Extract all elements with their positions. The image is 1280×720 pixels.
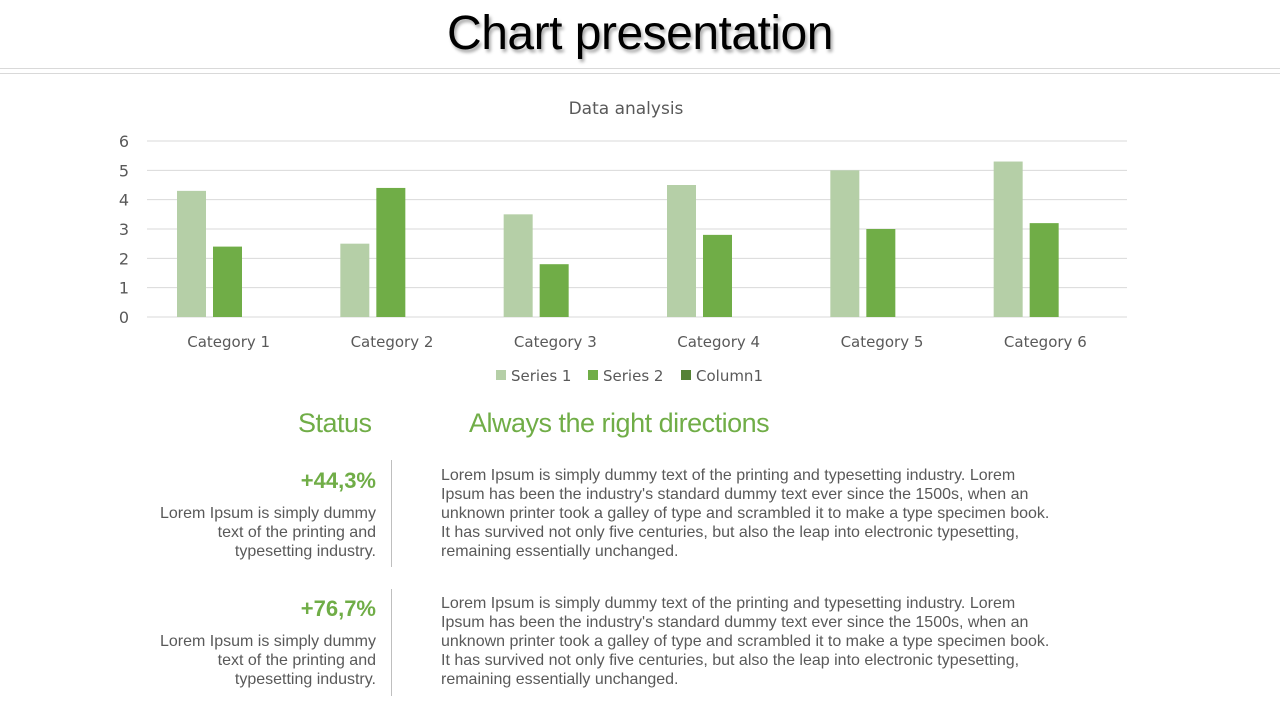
directions-heading: Always the right directions: [469, 408, 770, 438]
legend-swatch: [496, 370, 506, 380]
stat-divider: [391, 589, 392, 696]
stat-value: +44,3%: [300, 468, 376, 493]
bar-series-2: [376, 187, 406, 317]
y-axis-ticks: 0 1 2 3 4 5 6: [119, 132, 129, 327]
legend-swatch: [588, 370, 598, 380]
bar-series-1: [830, 170, 860, 317]
y-tick-label: 6: [119, 132, 129, 151]
bar-series-1: [993, 161, 1023, 317]
stat-paragraph: Lorem Ipsum is simply dummy text of the …: [441, 467, 1050, 560]
status-heading: Status: [298, 408, 372, 438]
y-tick-label: 5: [119, 161, 129, 180]
bar-series-2: [1029, 223, 1059, 317]
y-tick-label: 3: [119, 220, 129, 239]
bar-series-2: [866, 229, 896, 317]
y-tick-label: 0: [119, 308, 129, 327]
y-tick-label: 4: [119, 191, 129, 210]
bar-series-2: [703, 234, 732, 317]
x-category-label: Category 6: [1004, 333, 1087, 351]
bar-series-2: [213, 246, 242, 317]
y-tick-label: 1: [119, 279, 129, 298]
bar-series-1: [503, 214, 533, 317]
chart-title: Data analysis: [569, 99, 684, 119]
y-tick-label: 2: [119, 249, 129, 268]
bar-chart: Data analysis 0123456 Category 1 Category…: [119, 99, 1127, 385]
legend-label: Series 1: [511, 367, 571, 385]
legend-label: Column1: [696, 367, 763, 385]
stat-description: Lorem Ipsum is simply dummy text of the …: [159, 633, 376, 688]
bar-series-1: [177, 190, 206, 317]
x-category-label: Category 3: [514, 333, 597, 351]
chart-legend: Series 1 Series 2 Column1: [496, 367, 763, 385]
page-title: Chart presentation: [447, 7, 833, 60]
chart-bars: [177, 161, 1059, 317]
stat-value: +76,7%: [300, 596, 376, 621]
x-category-label: Category 2: [351, 333, 434, 351]
bar-series-1: [340, 243, 370, 317]
x-category-label: Category 5: [841, 333, 924, 351]
stat-divider: [391, 460, 392, 567]
x-axis-labels: Category 1 Category 2 Category 3 Category 4…: [187, 333, 1087, 351]
x-category-label: Category 1: [187, 333, 270, 351]
stat-paragraph: Lorem Ipsum is simply dummy text of the …: [441, 595, 1050, 688]
chart-gridlines: [147, 140, 1127, 318]
stat-block-2: +76,7% Lorem Ipsum is simply dummy text …: [150, 596, 376, 689]
bar-series-1: [667, 185, 696, 317]
stat-block-1: +44,3% Lorem Ipsum is simply dummy text …: [150, 468, 376, 561]
title-divider-bottom: [0, 73, 1280, 74]
stat-description: Lorem Ipsum is simply dummy text of the …: [159, 505, 376, 560]
legend-swatch: [681, 370, 691, 380]
title-divider-top: [0, 68, 1280, 69]
legend-label: Series 2: [603, 367, 663, 385]
x-category-label: Category 4: [677, 333, 760, 351]
bar-series-2: [539, 264, 569, 317]
